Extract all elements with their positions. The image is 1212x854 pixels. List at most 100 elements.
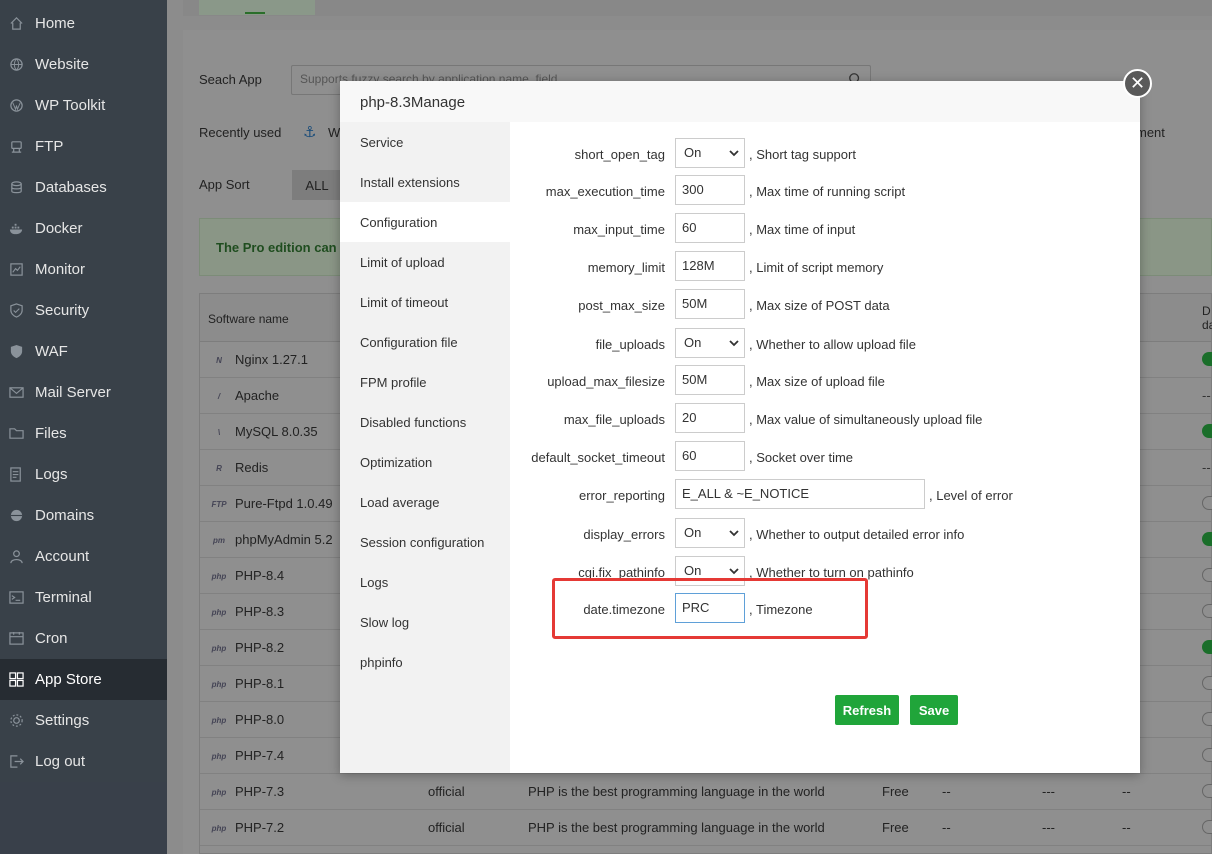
sidebar-item-mail-server[interactable]: Mail Server	[0, 372, 167, 413]
sidebar-item-databases[interactable]: Databases	[0, 167, 167, 208]
menu-item-limit-of-upload[interactable]: Limit of upload	[340, 242, 510, 282]
sidebar-item-ftp[interactable]: FTP	[0, 126, 167, 167]
input-value: 128M	[682, 258, 715, 273]
config-input[interactable]: E_ALL & ~E_NOTICE	[675, 479, 925, 509]
app-name[interactable]: PHP-7.3	[235, 784, 284, 799]
sidebar-item-website[interactable]: Website	[0, 44, 167, 85]
menu-item-logs[interactable]: Logs	[340, 562, 510, 602]
logs-icon	[8, 467, 24, 483]
select-value: On	[684, 145, 702, 160]
top-tab-active[interactable]	[199, 0, 315, 15]
sidebar-item-domains[interactable]: Domains	[0, 495, 167, 536]
app-icon: php	[211, 823, 227, 833]
table-row[interactable]: php PHP-7.2 official PHP is the best progra…	[200, 810, 1212, 846]
menu-item-configuration[interactable]: Configuration	[340, 202, 510, 242]
menu-item-slow-log[interactable]: Slow log	[340, 602, 510, 642]
top-tab-bar	[183, 0, 1212, 16]
config-input[interactable]: 60	[675, 441, 745, 471]
app-name[interactable]: PHP-8.4	[235, 568, 284, 583]
save-button[interactable]: Save	[910, 695, 958, 725]
config-input[interactable]: 20	[675, 403, 745, 433]
status-toggle[interactable]	[1202, 820, 1212, 834]
sidebar-item-logs[interactable]: Logs	[0, 454, 167, 495]
menu-item-fpm-profile[interactable]: FPM profile	[340, 362, 510, 402]
app-name[interactable]: Redis	[235, 460, 268, 475]
app-description: PHP is the best programming language in …	[528, 784, 825, 799]
menu-item-limit-of-timeout[interactable]: Limit of timeout	[340, 282, 510, 322]
input-value: 50M	[682, 372, 708, 387]
config-select[interactable]: On	[675, 328, 745, 358]
config-desc: , Whether to output detailed error info	[749, 527, 965, 542]
app-icon: \	[217, 427, 221, 437]
sidebar-item-label: Logs	[35, 466, 68, 483]
status-toggle[interactable]	[1202, 424, 1212, 438]
sidebar-item-wp-toolkit[interactable]: WP Toolkit	[0, 85, 167, 126]
status-toggle[interactable]	[1202, 676, 1212, 690]
anchor-icon[interactable]: ⚓	[303, 123, 316, 141]
status-toggle[interactable]	[1202, 496, 1212, 510]
menu-item-load-average[interactable]: Load average	[340, 482, 510, 522]
sidebar-item-monitor[interactable]: Monitor	[0, 249, 167, 290]
menu-item-configuration-file[interactable]: Configuration file	[340, 322, 510, 362]
sidebar-item-security[interactable]: Security	[0, 290, 167, 331]
select-value: On	[684, 335, 702, 350]
status-toggle[interactable]	[1202, 784, 1212, 798]
status-toggle[interactable]	[1202, 748, 1212, 762]
sidebar-item-log-out[interactable]: Log out	[0, 741, 167, 782]
sidebar-item-app-store[interactable]: App Store	[0, 659, 167, 700]
status-toggle[interactable]	[1202, 712, 1212, 726]
menu-item-session-configuration[interactable]: Session configuration	[340, 522, 510, 562]
menu-item-phpinfo[interactable]: phpinfo	[340, 642, 510, 682]
terminal-icon	[8, 590, 24, 606]
config-row-max-input-time: max_input_time 60 , Max time of input	[510, 213, 1140, 245]
app-name[interactable]: PHP-8.3	[235, 604, 284, 619]
docker-icon	[8, 221, 24, 237]
app-icon: FTP	[211, 499, 227, 509]
status-toggle[interactable]	[1202, 352, 1212, 366]
status-toggle[interactable]	[1202, 640, 1212, 654]
status-toggle[interactable]	[1202, 532, 1212, 546]
config-select[interactable]: On	[675, 518, 745, 548]
close-icon[interactable]: ✕	[1123, 69, 1152, 98]
table-row[interactable]: php PHP-7.3 official PHP is the best progra…	[200, 774, 1212, 810]
menu-item-install-extensions[interactable]: Install extensions	[340, 162, 510, 202]
sidebar-item-waf[interactable]: WAF	[0, 331, 167, 372]
sidebar-item-files[interactable]: Files	[0, 413, 167, 454]
refresh-button[interactable]: Refresh	[835, 695, 899, 725]
app-name[interactable]: Apache	[235, 388, 279, 403]
config-input[interactable]: 50M	[675, 365, 745, 395]
app-name[interactable]: Pure-Ftpd 1.0.49	[235, 496, 333, 511]
config-input[interactable]: 128M	[675, 251, 745, 281]
app-name[interactable]: PHP-7.2	[235, 820, 284, 835]
sidebar-item-docker[interactable]: Docker	[0, 208, 167, 249]
sidebar-item-terminal[interactable]: Terminal	[0, 577, 167, 618]
sidebar-item-cron[interactable]: Cron	[0, 618, 167, 659]
sidebar-item-settings[interactable]: Settings	[0, 700, 167, 741]
col-display-2: da	[1202, 318, 1212, 332]
app-name[interactable]: PHP-8.0	[235, 712, 284, 727]
recent-app-first[interactable]: W	[328, 125, 340, 140]
sidebar-item-account[interactable]: Account	[0, 536, 167, 577]
recent-app-last[interactable]: ment	[1136, 125, 1165, 140]
config-input[interactable]: 60	[675, 213, 745, 243]
config-select[interactable]: On	[675, 138, 745, 168]
status-toggle[interactable]	[1202, 568, 1212, 582]
config-key: file_uploads	[595, 337, 665, 352]
sidebar-item-label: Home	[35, 15, 76, 32]
app-icon: php	[211, 643, 227, 653]
menu-item-service[interactable]: Service	[340, 122, 510, 162]
menu-item-optimization[interactable]: Optimization	[340, 442, 510, 482]
app-name[interactable]: Nginx 1.27.1	[235, 352, 308, 367]
app-name[interactable]: PHP-8.1	[235, 676, 284, 691]
select-value: On	[684, 563, 702, 578]
app-name[interactable]: PHP-7.4	[235, 748, 284, 763]
menu-item-disabled-functions[interactable]: Disabled functions	[340, 402, 510, 442]
config-input[interactable]: 50M	[675, 289, 745, 319]
config-input[interactable]: 300	[675, 175, 745, 205]
sort-all-button[interactable]: ALL	[292, 170, 342, 200]
app-name[interactable]: PHP-8.2	[235, 640, 284, 655]
sidebar-item-home[interactable]: Home	[0, 3, 167, 44]
app-name[interactable]: phpMyAdmin 5.2	[235, 532, 333, 547]
app-name[interactable]: MySQL 8.0.35	[235, 424, 318, 439]
status-toggle[interactable]	[1202, 604, 1212, 618]
